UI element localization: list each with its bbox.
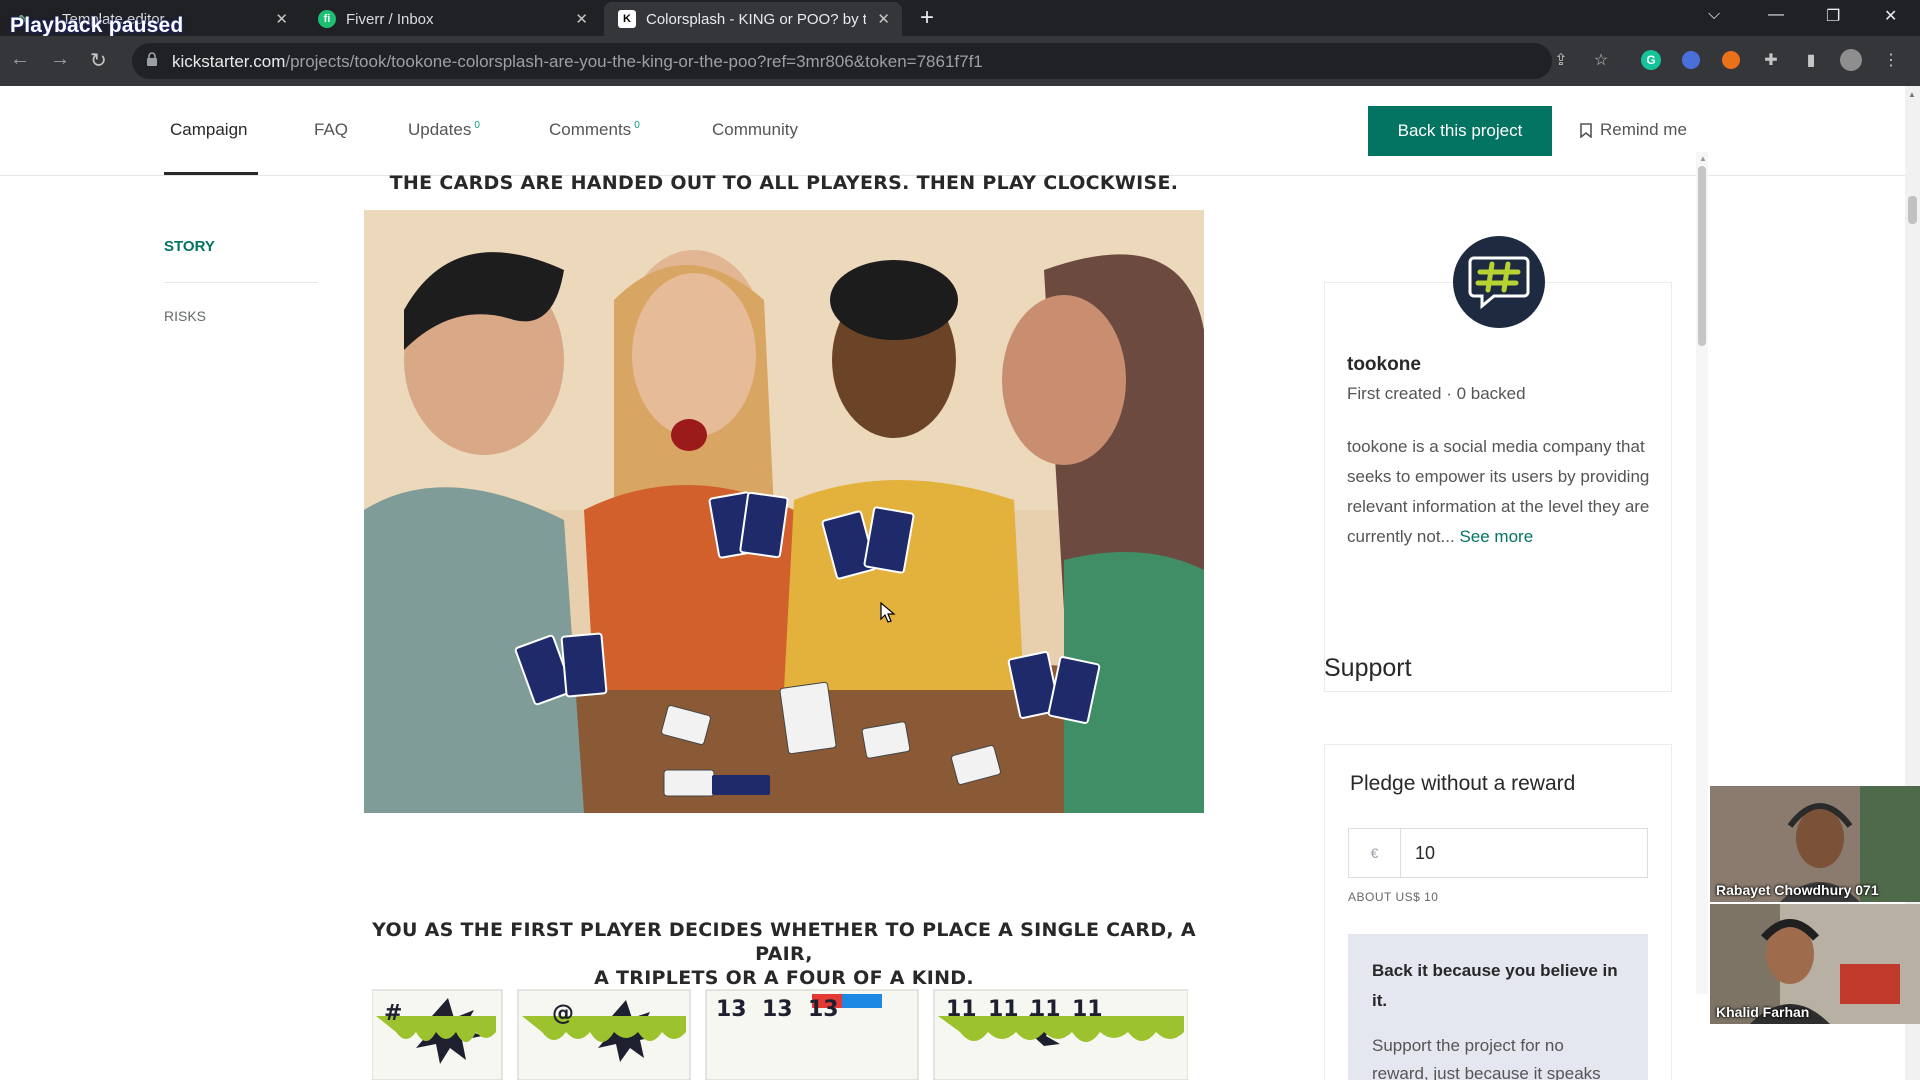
tab-faq[interactable]: FAQ: [314, 120, 348, 140]
reload-icon[interactable]: ↻: [90, 48, 107, 73]
pledge-amount-field[interactable]: € 10: [1348, 828, 1648, 878]
address-bar[interactable]: kickstarter.com/projects/took/tookone-co…: [132, 43, 1552, 79]
kickstarter-favicon-icon: K: [618, 10, 636, 28]
svg-text:13: 13: [716, 997, 747, 1022]
tab-label: Campaign: [170, 120, 248, 139]
tab-community[interactable]: Community: [712, 120, 798, 140]
close-tab-icon[interactable]: ✕: [877, 10, 890, 28]
new-tab-plus-icon[interactable]: +: [920, 4, 934, 32]
close-tab-icon[interactable]: ✕: [275, 10, 288, 28]
bookmark-star-icon[interactable]: ☆: [1590, 49, 1612, 71]
browser-tab-bar: ✎ Template editor ✕ fi Fiverr / Inbox ✕ …: [0, 0, 1920, 36]
svg-text:13: 13: [762, 997, 793, 1022]
support-heading: Support: [1324, 654, 1412, 682]
tab-fiverr-inbox[interactable]: fi Fiverr / Inbox ✕: [304, 2, 600, 36]
chat-hashtag-icon: [1468, 256, 1530, 310]
players-illustration: [364, 210, 1204, 813]
svg-text:11: 11: [1072, 997, 1103, 1022]
comments-count-badge: 0: [634, 120, 640, 132]
believe-info-box: Back it because you believe in it. Suppo…: [1348, 934, 1648, 1080]
browser-toolbar: ← → ↻ kickstarter.com/projects/took/took…: [0, 36, 1920, 86]
bookmark-icon: [1580, 122, 1592, 138]
sidebar-item-story[interactable]: STORY: [164, 238, 215, 255]
tab-label: FAQ: [314, 120, 349, 139]
updates-count-badge: 0: [474, 120, 480, 132]
svg-text:11: 11: [988, 997, 1019, 1022]
profile-avatar-icon[interactable]: [1840, 49, 1862, 71]
project-nav: Campaign FAQ Updates 0 Comments 0 Communit…: [0, 86, 1905, 176]
heading-line: YOU AS THE FIRST PLAYER DECIDES WHETHER …: [372, 919, 1196, 965]
remind-me-label: Remind me: [1600, 120, 1687, 139]
usd-conversion: ABOUT US$ 10: [1348, 890, 1439, 904]
forward-arrow-icon[interactable]: →: [50, 48, 70, 71]
grammarly-extension-icon[interactable]: G: [1640, 49, 1662, 71]
tab-colorsplash[interactable]: K Colorsplash - KING or POO? by t ✕: [604, 2, 902, 36]
svg-text:11: 11: [946, 997, 977, 1022]
extension-fox-icon[interactable]: [1720, 49, 1742, 71]
believe-title: Back it because you believe in it.: [1372, 961, 1618, 1010]
url-text: kickstarter.com/projects/took/tookone-co…: [172, 52, 983, 72]
active-tab-underline: [164, 172, 258, 175]
creator-avatar[interactable]: [1453, 236, 1545, 328]
tab-search-chevron-icon[interactable]: ⌵: [1708, 6, 1720, 24]
currency-symbol: €: [1349, 829, 1401, 877]
tab-campaign[interactable]: Campaign: [170, 120, 248, 140]
extensions-puzzle-icon[interactable]: ✚: [1760, 49, 1782, 71]
pledge-title: Pledge without a reward: [1350, 772, 1576, 795]
svg-text:#: #: [384, 1001, 402, 1026]
video-tile-participant-1: Rabayet Chowdhury 071: [1710, 786, 1920, 902]
tab-title: Colorsplash - KING or POO? by t: [646, 10, 866, 28]
minimize-icon[interactable]: —: [1768, 6, 1784, 24]
video-tile-participant-2: Khalid Farhan: [1710, 904, 1920, 1024]
page-scroll-thumb[interactable]: [1908, 196, 1917, 224]
tab-title: Fiverr / Inbox: [346, 10, 434, 28]
back-this-project-button[interactable]: Back this project: [1368, 106, 1552, 156]
share-icon[interactable]: ⇪: [1550, 49, 1572, 71]
url-path: /projects/took/tookone-colorsplash-are-y…: [285, 52, 983, 71]
svg-text:11: 11: [1030, 997, 1061, 1022]
creator-meta: First created · 0 backed: [1347, 384, 1526, 403]
lock-icon: [147, 52, 157, 66]
sidebar-scroll-thumb[interactable]: [1698, 166, 1706, 346]
story-heading-top: THE CARDS ARE HANDED OUT TO ALL PLAYERS.…: [389, 172, 1179, 194]
kickstarter-page: Campaign FAQ Updates 0 Comments 0 Communit…: [0, 86, 1905, 1080]
url-host: kickstarter.com: [172, 52, 286, 71]
scroll-up-arrow-icon[interactable]: ▲: [1699, 154, 1707, 163]
pledge-amount-input[interactable]: 10: [1401, 829, 1647, 877]
card-combinations-illustration: # @ 13 13 13 11 11 11 11: [372, 989, 1188, 1080]
playback-paused-label: Playback paused: [10, 14, 184, 37]
participant-name: Rabayet Chowdhury 071: [1716, 882, 1879, 898]
extension-globe-icon[interactable]: [1680, 49, 1702, 71]
close-tab-icon[interactable]: ✕: [575, 10, 588, 28]
tab-comments[interactable]: Comments 0: [549, 120, 640, 140]
browser-menu-icon[interactable]: ⋮: [1880, 49, 1902, 71]
svg-text:13: 13: [808, 997, 839, 1022]
participant-name: Khalid Farhan: [1716, 1004, 1810, 1020]
story-heading-mid: YOU AS THE FIRST PLAYER DECIDES WHETHER …: [364, 918, 1204, 990]
page-scroll-up-icon[interactable]: ▲: [1908, 90, 1916, 99]
svg-text:@: @: [552, 1001, 574, 1026]
remind-me-button[interactable]: Remind me: [1580, 120, 1687, 140]
close-window-icon[interactable]: ✕: [1884, 6, 1897, 26]
sidebar-divider: [164, 282, 318, 283]
back-arrow-icon[interactable]: ←: [10, 48, 30, 71]
creator-bio: tookone is a social media company that s…: [1347, 432, 1651, 552]
see-more-link[interactable]: See more: [1459, 527, 1533, 546]
tab-label: Comments: [549, 120, 632, 139]
believe-text: Support the project for no reward, just …: [1372, 1036, 1601, 1080]
creator-name[interactable]: tookone: [1347, 354, 1421, 376]
tab-label: Community: [712, 120, 798, 139]
side-panel-icon[interactable]: ▮: [1800, 49, 1822, 71]
mouse-pointer-icon: [880, 602, 896, 623]
sidebar-item-risks[interactable]: RISKS: [164, 308, 206, 324]
restore-icon[interactable]: ❐: [1826, 6, 1840, 26]
tab-updates[interactable]: Updates 0: [408, 120, 480, 140]
fiverr-favicon-icon: fi: [318, 10, 336, 28]
tab-label: Updates: [408, 120, 472, 139]
